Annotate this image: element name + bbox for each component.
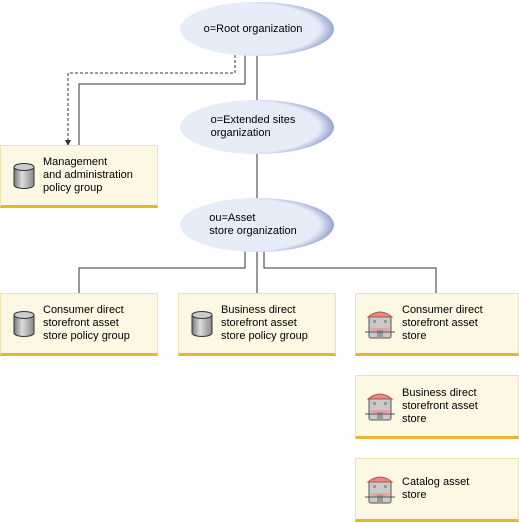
node-label: Consumer direct storefront asset store pol… (43, 304, 130, 342)
connector-lines (65, 2, 437, 293)
node-business-store: Business direct storefront asset store (355, 375, 519, 439)
storefront-building-icon (365, 393, 395, 421)
node-label: Catalog asset store (402, 476, 470, 501)
database-cylinder-icon (13, 162, 35, 189)
node-consumer-policy-group: Consumer direct storefront asset store pol… (0, 293, 158, 356)
database-cylinder-icon (191, 310, 213, 337)
node-business-policy-group: Business direct storefront asset store pol… (178, 293, 336, 356)
asset-to-consumer-policy-line (78, 250, 246, 293)
node-label: o=Extended sites organization (210, 114, 296, 139)
node-root-organization: o=Root organization (180, 2, 334, 56)
storefront-building-icon (365, 476, 395, 504)
database-cylinder-icon (13, 310, 35, 337)
node-label: o=Root organization (203, 22, 303, 35)
node-label: ou=Asset store organization (209, 212, 297, 237)
node-label: Consumer direct storefront asset store (402, 304, 483, 342)
node-consumer-store: Consumer direct storefront asset store (355, 293, 519, 356)
node-catalog-store: Catalog asset store (355, 458, 519, 522)
node-label: Business direct storefront asset store (402, 386, 478, 425)
node-asset-store-organization: ou=Asset store organization (180, 198, 334, 252)
node-label: Management and administration policy group (43, 156, 133, 194)
node-extended-sites-organization: o=Extended sites organization (180, 100, 334, 154)
node-mgmt-policy-group: Management and administration policy group (0, 145, 158, 208)
node-label: Business direct storefront asset store pol… (221, 304, 308, 342)
storefront-building-icon (365, 311, 395, 338)
asset-to-consumer-store-line (263, 250, 437, 293)
